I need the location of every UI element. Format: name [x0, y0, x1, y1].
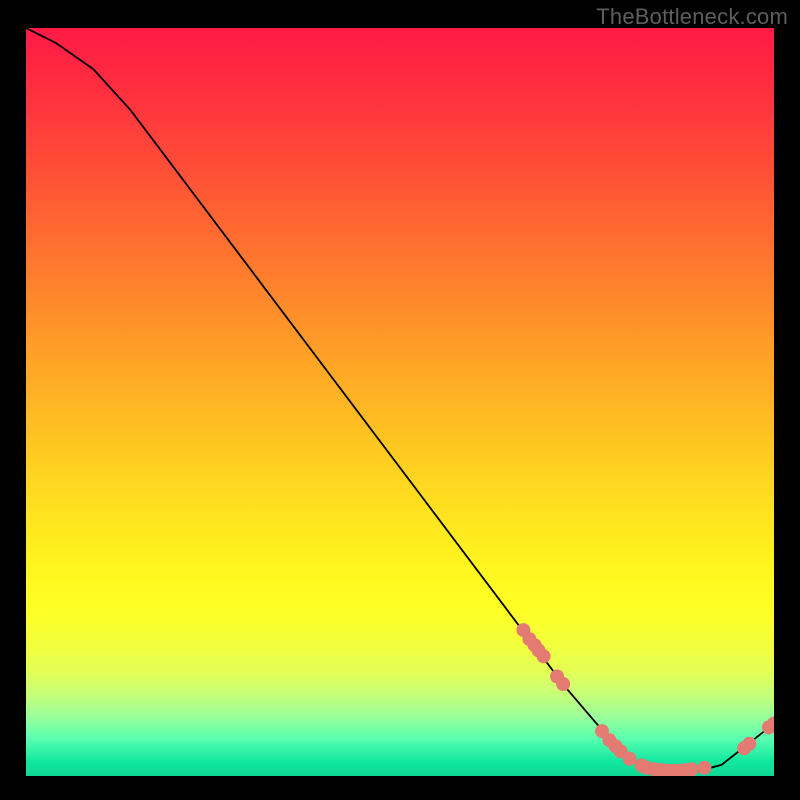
watermark-text: TheBottleneck.com [596, 4, 788, 30]
plot-area [26, 28, 774, 776]
data-point [623, 752, 637, 766]
chart-svg [26, 28, 774, 776]
data-point [556, 677, 570, 691]
data-point [685, 762, 699, 776]
bottleneck-curve [26, 28, 774, 771]
chart-frame: TheBottleneck.com [0, 0, 800, 800]
data-point [697, 761, 711, 775]
data-point [742, 737, 756, 751]
data-point [537, 649, 551, 663]
